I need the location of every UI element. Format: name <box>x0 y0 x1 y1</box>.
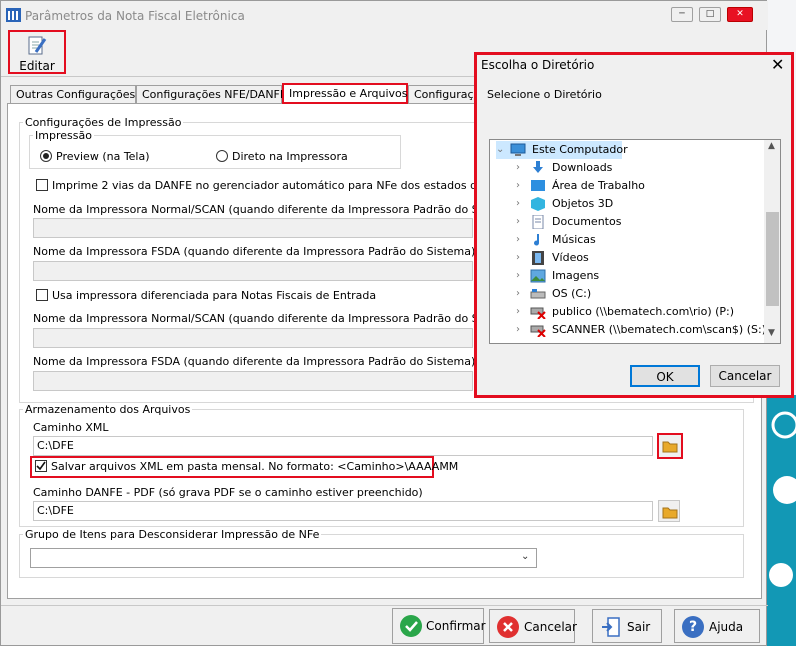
videos-icon <box>532 251 544 265</box>
chevron-down-icon: ⌄ <box>521 551 530 562</box>
xml-path-label: Caminho XML <box>33 421 109 434</box>
downloads-icon <box>533 161 543 173</box>
pictures-icon <box>530 269 546 283</box>
network-drive-disconnected-icon <box>530 325 546 337</box>
confirm-button[interactable]: Confirmar <box>392 608 486 644</box>
help-icon: ? <box>682 616 704 638</box>
scroll-down-icon[interactable]: ▼ <box>768 328 775 338</box>
monthly-folder-label: Salvar arquivos XML em pasta mensal. No … <box>51 460 459 473</box>
preview-radio[interactable] <box>40 150 52 162</box>
close-button[interactable]: ✕ <box>727 7 753 22</box>
directory-tree[interactable]: ⌄ Este Computador › Downloads › Área de … <box>489 139 781 344</box>
collapsed-arrow-icon: › <box>516 288 520 299</box>
window-title: Parâmetros da Nota Fiscal Eletrônica <box>25 9 245 23</box>
danfe-path-browse-button[interactable] <box>658 500 680 522</box>
printer-normal-label: Nome da Impressora Normal/SCAN (quando d… <box>33 203 510 216</box>
dialog-cancel-button[interactable]: Cancelar <box>710 365 780 387</box>
3d-objects-icon <box>531 197 545 211</box>
tab-outras-configuracoes[interactable]: Outras Configurações <box>10 85 136 103</box>
checkmark-icon <box>36 461 46 471</box>
dialog-title: Escolha o Diretório <box>481 58 595 72</box>
collapsed-arrow-icon: › <box>516 162 520 173</box>
tab-impressao-e-arquivos[interactable]: Impressão e Arquivos <box>282 83 408 104</box>
exit-button[interactable]: Sair <box>592 609 662 643</box>
expanded-arrow-icon: ⌄ <box>496 144 505 155</box>
edit-document-icon <box>28 36 47 55</box>
collapsed-arrow-icon: › <box>516 198 520 209</box>
maximize-button[interactable]: □ <box>699 7 721 22</box>
storage-legend: Armazenamento dos Arquivos <box>25 403 191 416</box>
direct-printer-radio-label: Direto na Impressora <box>232 150 348 163</box>
printer-normal-input[interactable] <box>33 218 473 238</box>
xml-path-input[interactable]: C:\DFE <box>33 436 653 456</box>
collapsed-arrow-icon: › <box>516 306 520 317</box>
impressao-legend: Impressão <box>35 129 92 142</box>
printer-fsda-label: Nome da Impressora FSDA (quando diferent… <box>33 245 476 258</box>
two-copies-checkbox[interactable] <box>36 179 48 191</box>
entry-printer-fsda-input[interactable] <box>33 371 473 391</box>
desktop-icon <box>531 180 545 191</box>
printer-fsda-input[interactable] <box>33 261 473 281</box>
entry-printer-normal-label: Nome da Impressora Normal/SCAN (quando d… <box>33 312 510 325</box>
music-icon <box>534 234 540 246</box>
group-items-select[interactable] <box>30 548 537 568</box>
collapsed-arrow-icon: › <box>516 270 520 281</box>
minimize-button[interactable]: ─ <box>671 7 693 22</box>
collapsed-arrow-icon: › <box>516 234 520 245</box>
tree-item-este-computador[interactable]: ⌄ Este Computador <box>496 141 628 159</box>
dialog-prompt: Selecione o Diretório <box>487 88 602 101</box>
danfe-path-label: Caminho DANFE - PDF (só grava PDF se o c… <box>33 486 423 499</box>
exit-button-label: Sair <box>627 620 651 634</box>
confirm-button-label: Confirmar <box>426 619 486 633</box>
folder-icon <box>662 507 678 519</box>
cancel-button[interactable]: Cancelar <box>489 609 577 643</box>
drive-icon <box>530 289 546 299</box>
group-items-legend: Grupo de Itens para Desconsiderar Impres… <box>25 528 320 541</box>
documents-icon <box>532 215 544 229</box>
tab-configuracoes[interactable]: Configuraç <box>408 85 476 103</box>
bottom-divider <box>1 605 768 606</box>
diff-printer-checkbox[interactable] <box>36 289 48 301</box>
entry-printer-normal-input[interactable] <box>33 328 473 348</box>
dialog-ok-button[interactable]: OK <box>630 365 700 387</box>
title-bar: Parâmetros da Nota Fiscal Eletrônica ─ □… <box>1 1 768 30</box>
scroll-up-icon[interactable]: ▲ <box>768 141 775 151</box>
danfe-path-input[interactable]: C:\DFE <box>33 501 653 521</box>
network-drive-disconnected-icon <box>530 307 546 319</box>
edit-button-label: Editar <box>19 59 55 73</box>
check-circle-icon <box>400 615 422 637</box>
collapsed-arrow-icon: › <box>516 216 520 227</box>
help-button-label: Ajuda <box>709 620 744 634</box>
computer-icon <box>510 143 526 156</box>
collapsed-arrow-icon: › <box>516 180 520 191</box>
collapsed-arrow-icon: › <box>516 252 520 263</box>
app-icon <box>6 8 21 22</box>
entry-printer-fsda-label: Nome da Impressora FSDA (quando diferent… <box>33 355 476 368</box>
scrollbar-thumb[interactable] <box>766 212 779 306</box>
impressao-group: Impressão <box>29 129 401 169</box>
direct-printer-radio[interactable] <box>216 150 228 162</box>
choose-directory-dialog: Escolha o Diretório ✕ Selecione o Diretó… <box>474 52 794 398</box>
exit-door-icon <box>602 617 620 637</box>
edit-button[interactable]: Editar <box>8 30 66 74</box>
collapsed-arrow-icon: › <box>516 324 520 335</box>
cancel-button-label: Cancelar <box>524 620 577 634</box>
print-config-legend: Configurações de Impressão <box>25 116 182 129</box>
tree-scrollbar[interactable]: ▲ ▼ <box>764 140 780 343</box>
folder-icon <box>662 441 678 453</box>
two-copies-label: Imprime 2 vias da DANFE no gerenciador a… <box>52 179 512 192</box>
dialog-close-icon[interactable]: ✕ <box>771 55 784 74</box>
background-app-decoration <box>767 395 796 646</box>
cancel-circle-icon <box>497 616 519 638</box>
help-button[interactable]: ? Ajuda <box>674 609 760 643</box>
monthly-folder-checkbox[interactable] <box>35 460 47 472</box>
preview-radio-label: Preview (na Tela) <box>56 150 150 163</box>
diff-printer-label: Usa impressora diferenciada para Notas F… <box>52 289 377 302</box>
tab-configuracoes-nfe-danfe[interactable]: Configurações NFE/DANFE <box>136 85 287 103</box>
xml-path-browse-button[interactable] <box>657 433 683 459</box>
